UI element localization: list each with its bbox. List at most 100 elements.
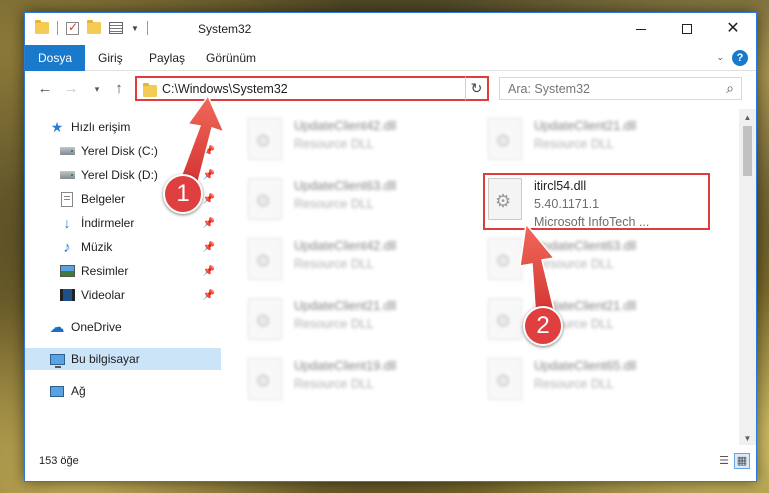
separator [57, 21, 58, 35]
file-name: itircl54.dll [534, 179, 587, 193]
dll-file-icon [488, 118, 522, 160]
sidebar-item-label: Videolar [81, 288, 125, 302]
file-name: UpdateClient42.dll [294, 119, 397, 133]
dll-file-icon [248, 358, 282, 400]
vertical-scrollbar[interactable]: ▲ ▼ [739, 109, 756, 447]
sidebar-item-pictures[interactable]: Resimler 📌 [25, 260, 221, 282]
pin-icon[interactable]: 📌 [203, 290, 215, 301]
back-arrow-icon[interactable]: ← [35, 80, 55, 97]
file-tile[interactable]: UpdateClient65.dll Resource DLL [462, 355, 692, 411]
dll-file-icon [488, 298, 522, 340]
sidebar-item-label: Belgeler [81, 192, 126, 206]
customize-view-icon[interactable] [109, 22, 123, 34]
search-box[interactable]: ⌕ [499, 77, 742, 100]
file-version: 5.40.1171.1 [534, 197, 600, 211]
file-tile[interactable]: UpdateClient21.dll Resource DLL [222, 295, 452, 351]
search-input[interactable] [508, 78, 708, 99]
explorer-window: ▼ System32 ✕ Dosya Giriş Paylaş Görünüm … [24, 12, 757, 482]
pin-icon[interactable]: 📌 [203, 146, 215, 157]
status-bar: 153 öğe ☰ ▦ [25, 445, 756, 481]
sidebar-item-label: İndirmeler [81, 216, 135, 230]
music-icon: ♪ [63, 238, 71, 256]
maximize-button[interactable] [664, 13, 710, 45]
file-description: Resource DLL [294, 377, 374, 391]
address-bar[interactable]: C:\Windows\System32 ▼ [135, 76, 488, 101]
pin-icon[interactable]: 📌 [203, 170, 215, 181]
file-list: UpdateClient42.dll Resource DLL UpdateCl… [222, 109, 738, 443]
minimize-button[interactable] [618, 13, 664, 45]
sidebar-item-music[interactable]: ♪ Müzik 📌 [25, 236, 221, 258]
new-folder-icon[interactable] [87, 20, 101, 34]
file-company: Microsoft InfoTech ... [534, 215, 650, 229]
maximize-icon [682, 24, 692, 34]
quick-access-toolbar: ▼ [35, 20, 148, 35]
pin-icon[interactable]: 📌 [203, 266, 215, 277]
onedrive-icon: ☁ [49, 319, 65, 336]
file-tile[interactable]: UpdateClient63.dll Resource DLL [462, 235, 692, 291]
dll-file-icon [488, 358, 522, 400]
tab-home[interactable]: Giriş [86, 45, 135, 71]
download-icon: ↓ [63, 215, 71, 231]
address-row: ← → ▾ ↑ C:\Windows\System32 ▼ ↻ ⌕ [25, 72, 756, 108]
sidebar-item-this-pc[interactable]: Bu bilgisayar [25, 348, 221, 370]
sidebar-item-label: Bu bilgisayar [71, 352, 140, 366]
sidebar-item-videos[interactable]: Videolar 📌 [25, 284, 221, 306]
sidebar-item-local-disk-c[interactable]: Yerel Disk (C:) 📌 [25, 140, 221, 162]
star-icon: ★ [50, 118, 64, 135]
sidebar-item-label: Yerel Disk (C:) [81, 144, 158, 158]
file-name: UpdateClient19.dll [294, 359, 397, 373]
up-arrow-icon[interactable]: ↑ [109, 80, 129, 97]
file-name: UpdateClient65.dll [534, 359, 637, 373]
file-tile[interactable]: UpdateClient42.dll Resource DLL [222, 115, 452, 171]
scrollbar-thumb[interactable] [743, 126, 752, 176]
sidebar-item-network[interactable]: Ağ [25, 380, 221, 402]
dll-file-icon [248, 118, 282, 160]
pin-icon[interactable]: 📌 [203, 194, 215, 205]
close-button[interactable]: ✕ [710, 13, 756, 45]
recent-locations-chevron-icon[interactable]: ▾ [87, 84, 107, 95]
file-description: Resource DLL [294, 317, 374, 331]
file-tile[interactable]: UpdateClient21.dll Resource DLL [462, 295, 692, 351]
sidebar-item-quick-access[interactable]: ★ Hızlı erişim [25, 116, 221, 138]
step-2-badge: 2 [523, 306, 563, 346]
network-icon [49, 383, 65, 399]
file-tile[interactable]: UpdateClient63.dll Resource DLL [222, 175, 452, 231]
file-tile[interactable]: UpdateClient19.dll Resource DLL [222, 355, 452, 411]
tiles-view-icon[interactable]: ▦ [734, 453, 750, 469]
pin-icon[interactable]: 📌 [203, 242, 215, 253]
refresh-button[interactable]: ↻ [465, 76, 489, 101]
tab-file[interactable]: Dosya [25, 45, 85, 71]
tab-view[interactable]: Görünüm [194, 45, 268, 71]
help-icon[interactable]: ? [732, 50, 748, 66]
sidebar-item-label: Hızlı erişim [71, 120, 131, 134]
sidebar-item-onedrive[interactable]: ☁ OneDrive [25, 316, 221, 338]
address-path[interactable]: C:\Windows\System32 [162, 82, 288, 96]
this-pc-icon [49, 351, 65, 368]
file-tile-highlighted[interactable]: itircl54.dll 5.40.1171.1 Microsoft InfoT… [462, 175, 692, 231]
file-name: UpdateClient42.dll [294, 239, 397, 253]
dll-file-icon [248, 238, 282, 280]
pin-icon[interactable]: 📌 [203, 218, 215, 229]
navigation-pane: ★ Hızlı erişim Yerel Disk (C:) 📌 Yerel D… [25, 109, 221, 443]
details-view-icon[interactable]: ☰ [716, 453, 732, 469]
expand-ribbon-icon[interactable]: ⌄ [716, 52, 724, 63]
search-icon[interactable]: ⌕ [726, 80, 734, 97]
file-name: UpdateClient63.dll [294, 179, 397, 193]
tab-share[interactable]: Paylaş [137, 45, 197, 71]
drive-icon [59, 143, 75, 159]
drive-icon [59, 167, 75, 183]
dll-file-icon [488, 178, 522, 220]
file-tile[interactable]: UpdateClient21.dll Resource DLL [462, 115, 692, 171]
window-title: System32 [198, 22, 252, 36]
step-1-badge: 1 [163, 174, 203, 214]
properties-check-icon[interactable] [66, 20, 79, 35]
chevron-down-icon[interactable]: ▼ [131, 24, 139, 33]
pictures-icon [59, 263, 75, 279]
ribbon-tabs: Dosya Giriş Paylaş Görünüm ⌄ ? [25, 45, 756, 71]
title-bar: ▼ System32 ✕ [25, 13, 756, 45]
scroll-up-arrow-icon[interactable]: ▲ [739, 109, 756, 126]
file-tile[interactable]: UpdateClient42.dll Resource DLL [222, 235, 452, 291]
sidebar-item-downloads[interactable]: ↓ İndirmeler 📌 [25, 212, 221, 234]
forward-arrow-icon[interactable]: → [61, 80, 81, 97]
folder-icon [143, 83, 157, 97]
